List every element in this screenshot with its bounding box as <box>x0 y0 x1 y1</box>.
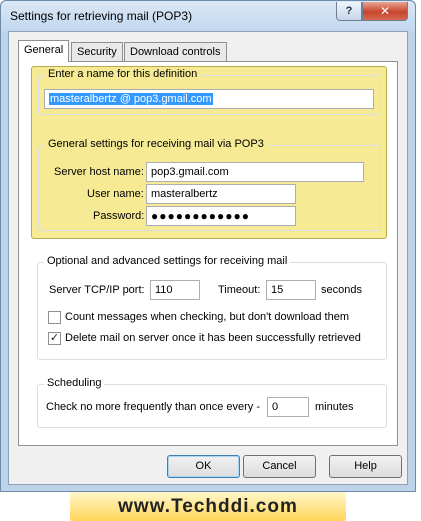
user-name-label: User name: <box>87 188 144 200</box>
delete-on-server-label[interactable]: Delete mail on server once it has been s… <box>65 332 361 344</box>
tab-download-controls[interactable]: Download controls <box>124 42 227 61</box>
ok-button[interactable]: OK <box>167 455 240 478</box>
password-label: Password: <box>93 210 145 222</box>
server-host-input[interactable]: pop3.gmail.com <box>146 162 364 182</box>
definition-name-input[interactable]: masteralbertz @ pop3.gmail.com <box>44 89 374 109</box>
count-messages-checkbox[interactable] <box>48 311 61 324</box>
dialog-client-area: General Security Download controls Enter… <box>8 31 408 485</box>
delete-on-server-checkbox[interactable]: ✓ <box>48 332 61 345</box>
scheduling-group: Scheduling Check no more frequently than… <box>37 377 387 428</box>
tcp-port-input[interactable]: 110 <box>150 280 200 300</box>
help-button[interactable]: Help <box>329 455 402 478</box>
cancel-button[interactable]: Cancel <box>243 455 316 478</box>
tab-security[interactable]: Security <box>71 42 123 61</box>
check-interval-label: Check no more frequently than once every… <box>46 401 261 413</box>
pop3-settings-group-title: General settings for receiving mail via … <box>45 138 267 150</box>
window-title: Settings for retrieving mail (POP3) <box>10 9 193 23</box>
pop3-settings-group: General settings for receiving mail via … <box>38 138 380 231</box>
timeout-label: Timeout: <box>218 284 261 296</box>
timeout-input[interactable]: 15 <box>266 280 316 300</box>
title-bar[interactable]: Settings for retrieving mail (POP3) ? ✕ <box>1 1 415 31</box>
timeout-unit: seconds <box>321 284 362 296</box>
advanced-settings-group-title: Optional and advanced settings for recei… <box>44 255 291 267</box>
definition-name-value: masteralbertz @ pop3.gmail.com <box>49 93 213 105</box>
advanced-settings-group: Optional and advanced settings for recei… <box>37 255 387 360</box>
password-input[interactable]: ●●●●●●●●●●●● <box>146 206 296 226</box>
count-messages-label[interactable]: Count messages when checking, but don't … <box>65 311 349 323</box>
check-interval-input[interactable]: 0 <box>267 397 309 417</box>
tcp-port-label: Server TCP/IP port: <box>49 284 145 296</box>
user-name-input[interactable]: masteralbertz <box>146 184 296 204</box>
watermark-banner: www.Techddi.com <box>70 492 346 521</box>
definition-name-group: Enter a name for this definition mastera… <box>38 68 380 115</box>
server-host-label: Server host name: <box>54 166 144 178</box>
check-interval-unit: minutes <box>315 401 354 413</box>
tab-general[interactable]: General <box>18 40 70 62</box>
required-settings-panel: Enter a name for this definition mastera… <box>31 66 387 239</box>
scheduling-group-title: Scheduling <box>44 377 105 389</box>
help-title-button[interactable]: ? <box>336 2 362 21</box>
close-button[interactable]: ✕ <box>362 2 408 21</box>
general-tab-panel: Enter a name for this definition mastera… <box>18 61 398 446</box>
definition-name-group-title: Enter a name for this definition <box>45 68 201 80</box>
settings-dialog: Settings for retrieving mail (POP3) ? ✕ … <box>0 0 416 492</box>
